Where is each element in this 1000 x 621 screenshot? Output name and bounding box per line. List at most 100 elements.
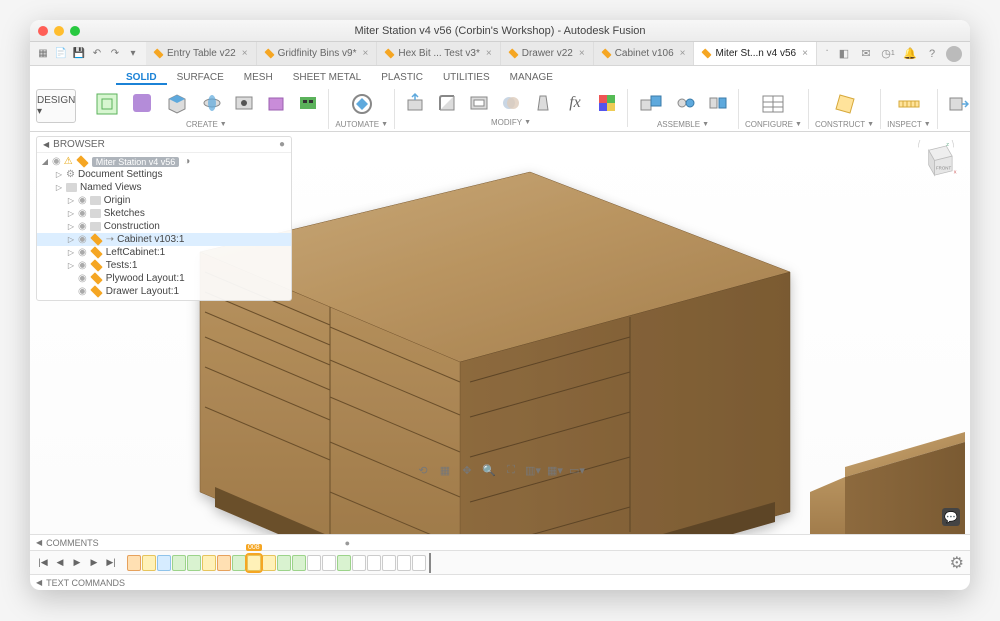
tree-item-cabinet[interactable]: ▷◉➝Cabinet v103:1 (37, 233, 291, 246)
new-sketch-icon[interactable] (90, 89, 124, 119)
doc-tab-drawer[interactable]: Drawer v22× (501, 42, 594, 65)
ribbon-tab-sheet-metal[interactable]: SHEET METAL (283, 69, 372, 85)
timeline-end-icon[interactable]: ▶| (104, 556, 118, 570)
viewport-3d[interactable]: FRONT Z X ◀ BROWSER ● ◢ ◉ ⚠ Miter Statio… (30, 132, 970, 534)
timeline-feature-current[interactable]: 008 (247, 555, 261, 571)
ribbon-tab-utilities[interactable]: UTILITIES (433, 69, 500, 85)
comments-bar[interactable]: ◀ COMMENTS ● (30, 534, 970, 550)
ribbon-tab-manage[interactable]: MANAGE (500, 69, 563, 85)
combine-icon[interactable] (497, 89, 525, 117)
job-status-icon[interactable]: ◷1 (880, 46, 896, 62)
timeline-track[interactable]: 008 (127, 553, 433, 573)
expand-icon[interactable]: ▷ (67, 222, 75, 231)
dropdown-caret-icon[interactable]: ▼ (867, 121, 874, 128)
revolve-icon[interactable] (198, 89, 226, 117)
draft-icon[interactable] (529, 89, 557, 117)
tree-item-tests[interactable]: ▷◉Tests:1 (37, 259, 291, 272)
expand-icon[interactable]: ▷ (67, 196, 75, 205)
orbit-icon[interactable]: ⟲ (414, 462, 432, 478)
shell-icon[interactable] (465, 89, 493, 117)
timeline-feature[interactable] (157, 555, 171, 571)
redo-icon[interactable]: ↷ (108, 47, 122, 61)
dropdown-caret-icon[interactable]: ▼ (220, 121, 227, 128)
ribbon-tab-surface[interactable]: SURFACE (167, 69, 234, 85)
dropdown-caret-icon[interactable]: ▼ (924, 121, 931, 128)
box-icon[interactable] (262, 89, 290, 117)
notifications-icon[interactable]: ✉ (858, 46, 874, 62)
create-form-icon[interactable] (128, 89, 156, 117)
insert-derive-icon[interactable] (944, 89, 970, 117)
close-tab-icon[interactable]: × (242, 48, 248, 59)
display-settings-icon[interactable]: ▥▾ (524, 462, 542, 478)
visibility-icon[interactable]: ◉ (78, 234, 87, 245)
timeline-feature[interactable] (322, 555, 336, 571)
visibility-icon[interactable]: ◉ (78, 273, 87, 284)
timeline-play-icon[interactable]: ▶ (70, 556, 84, 570)
expand-icon[interactable]: ▷ (55, 183, 63, 192)
timeline-feature[interactable] (307, 555, 321, 571)
collapse-icon[interactable]: ◀ (36, 578, 42, 587)
close-tab-icon[interactable]: × (363, 48, 369, 59)
appearance-icon[interactable] (593, 89, 621, 117)
doc-tab-gridfinity[interactable]: Gridfinity Bins v9*× (257, 42, 378, 65)
tree-item-origin[interactable]: ▷◉Origin (37, 194, 291, 207)
data-panel-icon[interactable]: ▦ (36, 47, 50, 61)
timeline-feature[interactable] (277, 555, 291, 571)
visibility-icon[interactable]: ◉ (78, 208, 87, 219)
tree-item-drawer-layout[interactable]: ◉Drawer Layout:1 (37, 285, 291, 298)
visibility-icon[interactable]: ◉ (52, 156, 61, 167)
timeline-feature[interactable] (382, 555, 396, 571)
text-commands-bar[interactable]: ◀ TEXT COMMANDS (30, 574, 970, 590)
dropdown-caret-icon[interactable]: ▼ (381, 121, 388, 128)
zoom-icon[interactable]: 🔍 (480, 462, 498, 478)
doc-tab-hexbit[interactable]: Hex Bit ... Test v3*× (377, 42, 500, 65)
parameters-icon[interactable]: fx (561, 89, 589, 117)
workspace-switcher-button[interactable]: DESIGN ▾ (36, 89, 76, 123)
context-icon[interactable]: ◑ (184, 156, 190, 167)
configure-table-icon[interactable] (756, 89, 790, 119)
expand-icon[interactable]: ▷ (67, 248, 75, 257)
timeline-feature[interactable] (352, 555, 366, 571)
doc-tab-miter-station[interactable]: Miter St...n v4 v56× (694, 42, 816, 65)
browser-header[interactable]: ◀ BROWSER ● (37, 137, 291, 153)
ribbon-tab-solid[interactable]: SOLID (116, 69, 167, 85)
tree-item-sketches[interactable]: ▷◉Sketches (37, 207, 291, 220)
measure-icon[interactable] (892, 89, 926, 119)
grid-settings-icon[interactable]: ▦▾ (546, 462, 564, 478)
timeline-feature[interactable] (262, 555, 276, 571)
doc-tab-cabinet[interactable]: Cabinet v106× (594, 42, 695, 65)
tree-item-left-cabinet[interactable]: ▷◉LeftCabinet:1 (37, 246, 291, 259)
tree-item-named-views[interactable]: ▷Named Views (37, 181, 291, 194)
timeline-back-icon[interactable]: ◀ (53, 556, 67, 570)
tree-item-construction[interactable]: ▷◉Construction (37, 220, 291, 233)
expand-icon[interactable]: ◢ (41, 157, 49, 166)
timeline-feature[interactable] (367, 555, 381, 571)
feedback-icon[interactable]: 💬 (942, 508, 960, 526)
new-component-icon[interactable] (634, 89, 668, 119)
timeline-feature[interactable] (142, 555, 156, 571)
expand-icon[interactable]: ▷ (67, 261, 75, 270)
timeline-feature[interactable] (397, 555, 411, 571)
timeline-playhead[interactable] (429, 553, 431, 573)
look-at-icon[interactable]: ▦ (436, 462, 454, 478)
user-avatar[interactable] (946, 46, 962, 62)
pin-icon[interactable]: ● (345, 538, 350, 548)
joint-icon[interactable] (672, 89, 700, 117)
timeline-feature[interactable] (412, 555, 426, 571)
expand-icon[interactable]: ▷ (55, 170, 63, 179)
fillet-icon[interactable] (433, 89, 461, 117)
hole-icon[interactable] (230, 89, 258, 117)
expand-icon[interactable]: ▷ (67, 235, 75, 244)
ribbon-tab-mesh[interactable]: MESH (234, 69, 283, 85)
timeline-settings-icon[interactable]: ⚙ (950, 553, 964, 573)
close-tab-icon[interactable]: × (680, 48, 686, 59)
timeline-feature[interactable] (217, 555, 231, 571)
close-tab-icon[interactable]: × (802, 48, 808, 59)
timeline-start-icon[interactable]: |◀ (36, 556, 50, 570)
fit-icon[interactable]: ⛶ (502, 462, 520, 478)
view-cube[interactable]: FRONT Z X (914, 140, 958, 184)
tree-root[interactable]: ◢ ◉ ⚠ Miter Station v4 v56 ◑ (37, 155, 291, 168)
timeline-feature[interactable] (232, 555, 246, 571)
viewport-settings-icon[interactable]: ▭▾ (568, 462, 586, 478)
dropdown-caret-icon[interactable]: ▼ (702, 121, 709, 128)
